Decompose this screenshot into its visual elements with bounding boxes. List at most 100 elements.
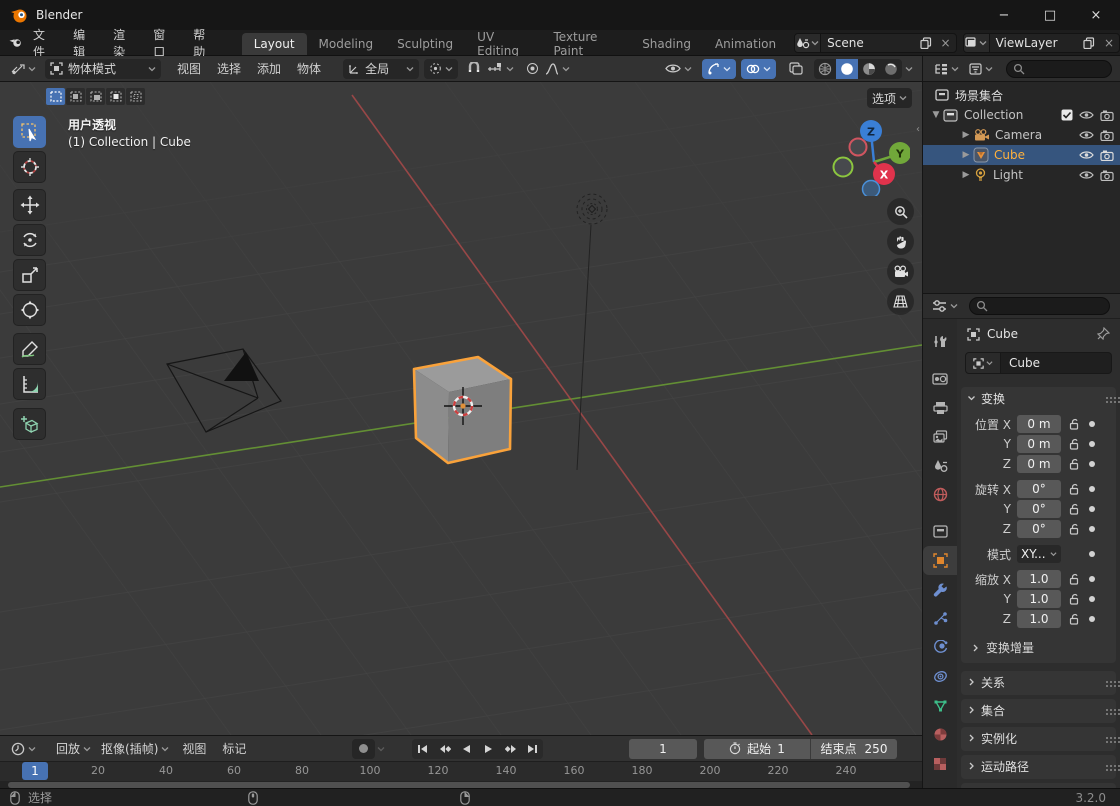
- view-layer-selector[interactable]: ViewLayer ×: [962, 32, 1120, 53]
- pivot-point-dropdown[interactable]: [424, 58, 459, 79]
- animate-dot[interactable]: [1089, 526, 1095, 532]
- pan-view-button[interactable]: [887, 228, 914, 255]
- scale-z-field[interactable]: 1.0: [1017, 610, 1061, 628]
- close-button[interactable]: ×: [1073, 0, 1119, 30]
- location-y-field[interactable]: 0 m: [1017, 435, 1061, 453]
- outliner-filter-button[interactable]: [964, 59, 998, 79]
- drag-handle-icon[interactable]: [1106, 709, 1108, 711]
- timeline-ruler[interactable]: 20 40 60 80 100 120 140 160 180 200 220 …: [0, 762, 922, 781]
- lock-icon[interactable]: [1061, 458, 1087, 470]
- properties-search-input[interactable]: [969, 297, 1110, 315]
- lock-icon[interactable]: [1061, 523, 1087, 535]
- tab-tool[interactable]: [923, 327, 957, 356]
- workspace-tab-sculpting[interactable]: Sculpting: [385, 33, 465, 55]
- shading-solid-button[interactable]: [836, 58, 858, 79]
- tab-view-layer[interactable]: [923, 422, 957, 451]
- tool-measure[interactable]: [13, 368, 46, 400]
- disable-render-icon[interactable]: [1100, 150, 1114, 161]
- animate-dot[interactable]: [1089, 576, 1095, 582]
- animate-dot[interactable]: [1089, 441, 1095, 447]
- lock-icon[interactable]: [1061, 503, 1087, 515]
- transform-panel-header[interactable]: 变换: [961, 387, 1116, 409]
- timeline-view-menu[interactable]: 视图: [174, 740, 214, 757]
- workspace-tab-modeling[interactable]: Modeling: [307, 33, 386, 55]
- workspace-tab-texture-paint[interactable]: Texture Paint: [541, 30, 630, 58]
- shading-material-button[interactable]: [858, 59, 880, 79]
- navigation-gizmo[interactable]: Z Y X: [830, 116, 910, 196]
- menu-object[interactable]: 物体: [289, 60, 329, 77]
- viewport-3d[interactable]: 选项 用户透视 (1) Collection | Cube Z Y X ‹: [0, 82, 922, 735]
- pin-icon[interactable]: [1097, 327, 1110, 340]
- snap-toggle[interactable]: [464, 59, 484, 79]
- viewport-options-dropdown[interactable]: 选项: [866, 88, 912, 108]
- menu-view[interactable]: 视图: [169, 60, 209, 77]
- remove-view-layer-icon[interactable]: ×: [1099, 36, 1119, 50]
- hide-viewport-icon[interactable]: [1079, 110, 1094, 120]
- scene-selector[interactable]: Scene ×: [794, 32, 957, 53]
- view-layer-icon[interactable]: [963, 33, 990, 52]
- transform-orientation-dropdown[interactable]: 全局: [343, 58, 420, 79]
- collapse-arrow-icon[interactable]: ▶: [961, 130, 971, 140]
- tool-transform[interactable]: [13, 294, 46, 326]
- new-scene-icon[interactable]: [916, 36, 936, 49]
- lock-icon[interactable]: [1061, 418, 1087, 430]
- expand-arrow-icon[interactable]: ▼: [931, 110, 941, 120]
- rotation-mode-dropdown[interactable]: XY...: [1017, 545, 1061, 563]
- tab-texture[interactable]: [923, 749, 957, 778]
- tab-particles[interactable]: [923, 604, 957, 633]
- disable-render-icon[interactable]: [1100, 130, 1114, 141]
- lock-icon[interactable]: [1061, 438, 1087, 450]
- collections-panel[interactable]: 集合: [961, 699, 1116, 723]
- disable-render-icon[interactable]: [1100, 170, 1114, 181]
- menu-render[interactable]: 渲染: [103, 28, 143, 59]
- select-mode-new-button[interactable]: [46, 88, 65, 105]
- play-button[interactable]: [478, 738, 499, 759]
- tab-object[interactable]: [923, 546, 957, 575]
- unlink-scene-icon[interactable]: ×: [936, 36, 956, 50]
- delta-transform-subpanel[interactable]: 变换增量: [971, 639, 1034, 656]
- rotation-x-field[interactable]: 0°: [1017, 480, 1061, 498]
- timeline-markers-menu[interactable]: 标记: [214, 740, 254, 757]
- animate-dot[interactable]: [1089, 616, 1095, 622]
- drag-handle-icon[interactable]: [1106, 765, 1108, 767]
- select-mode-invert-button[interactable]: [106, 88, 125, 105]
- properties-editor-type-button[interactable]: [927, 296, 963, 316]
- jump-to-end-button[interactable]: [522, 738, 543, 759]
- relations-panel[interactable]: 关系: [961, 671, 1116, 695]
- camera-view-button[interactable]: [887, 258, 914, 285]
- select-mode-subtract-button[interactable]: [86, 88, 105, 105]
- outliner-search-input[interactable]: [1006, 59, 1112, 78]
- overlays-toggle[interactable]: [741, 58, 776, 79]
- lock-icon[interactable]: [1061, 613, 1087, 625]
- next-keyframe-button[interactable]: [500, 738, 521, 759]
- scene-icon[interactable]: [795, 33, 822, 52]
- ortho-toggle-button[interactable]: [887, 288, 914, 315]
- play-reverse-button[interactable]: [456, 738, 477, 759]
- tool-select-box[interactable]: [13, 116, 46, 148]
- tab-modifiers[interactable]: [923, 575, 957, 604]
- motion-paths-panel[interactable]: 运动路径: [961, 755, 1116, 779]
- maximize-button[interactable]: □: [1027, 0, 1073, 30]
- workspace-tab-layout[interactable]: Layout: [241, 32, 307, 55]
- outliner-row-camera[interactable]: ▶ Camera: [923, 125, 1120, 145]
- scale-y-field[interactable]: 1.0: [1017, 590, 1061, 608]
- outliner-row-scene-collection[interactable]: 场景集合: [923, 85, 1120, 105]
- rotation-z-field[interactable]: 0°: [1017, 520, 1061, 538]
- workspace-tab-uv-editing[interactable]: UV Editing: [465, 30, 541, 58]
- scale-x-field[interactable]: 1.0: [1017, 570, 1061, 588]
- prev-keyframe-button[interactable]: [434, 738, 455, 759]
- collapse-arrow-icon[interactable]: ▶: [961, 150, 971, 160]
- hide-viewport-icon[interactable]: [1079, 130, 1094, 140]
- tab-world[interactable]: [923, 480, 957, 509]
- new-view-layer-icon[interactable]: [1079, 36, 1099, 49]
- playback-menu[interactable]: 回放: [51, 739, 96, 759]
- tab-physics[interactable]: [923, 633, 957, 662]
- tab-render[interactable]: [923, 364, 957, 393]
- sidebar-collapse-arrow[interactable]: ‹: [916, 124, 920, 135]
- menu-add[interactable]: 添加: [249, 60, 289, 77]
- instancing-panel[interactable]: 实例化: [961, 727, 1116, 751]
- menu-file[interactable]: 文件: [23, 28, 63, 59]
- menu-window[interactable]: 窗口: [143, 28, 183, 59]
- animate-dot[interactable]: [1089, 551, 1095, 557]
- shading-wireframe-button[interactable]: [814, 59, 836, 79]
